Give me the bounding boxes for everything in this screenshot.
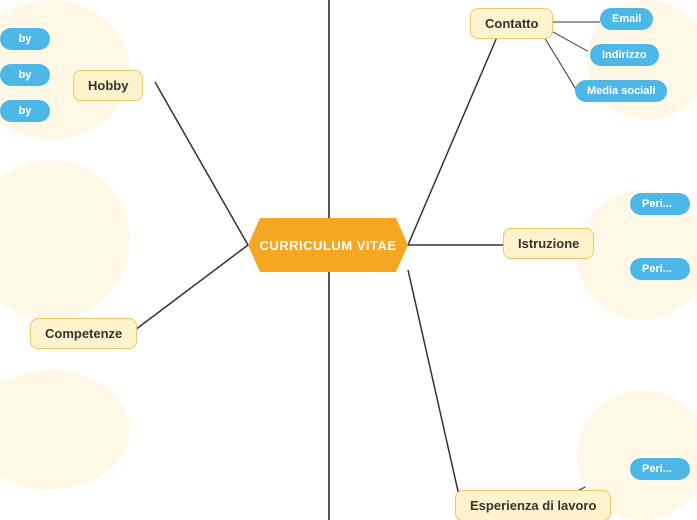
category-esperienza[interactable]: Esperienza di lavoro	[455, 490, 611, 520]
subnode-media-sociali[interactable]: Media sociali	[575, 80, 667, 102]
subnode-hobby-2[interactable]: by	[0, 64, 50, 86]
subnode-istruzione-1[interactable]: Peri...	[630, 193, 690, 215]
blob-left-mid	[0, 160, 130, 320]
subnode-hobby-1[interactable]: by	[0, 28, 50, 50]
subnode-istruzione-2[interactable]: Peri...	[630, 258, 690, 280]
subnode-esperienza-1[interactable]: Peri...	[630, 458, 690, 480]
subnode-email[interactable]: Email	[600, 8, 653, 30]
category-competenze[interactable]: Competenze	[30, 318, 137, 349]
category-contatto[interactable]: Contatto	[470, 8, 553, 39]
blob-left-bottom	[0, 370, 130, 490]
mindmap-canvas: CURRICULUM VITAE Hobby Competenze Contat…	[0, 0, 697, 520]
category-hobby[interactable]: Hobby	[73, 70, 143, 101]
center-node[interactable]: CURRICULUM VITAE	[248, 218, 408, 272]
subnode-indirizzo[interactable]: Indirizzo	[590, 44, 659, 66]
subnode-hobby-3[interactable]: by	[0, 100, 50, 122]
category-istruzione[interactable]: Istruzione	[503, 228, 594, 259]
